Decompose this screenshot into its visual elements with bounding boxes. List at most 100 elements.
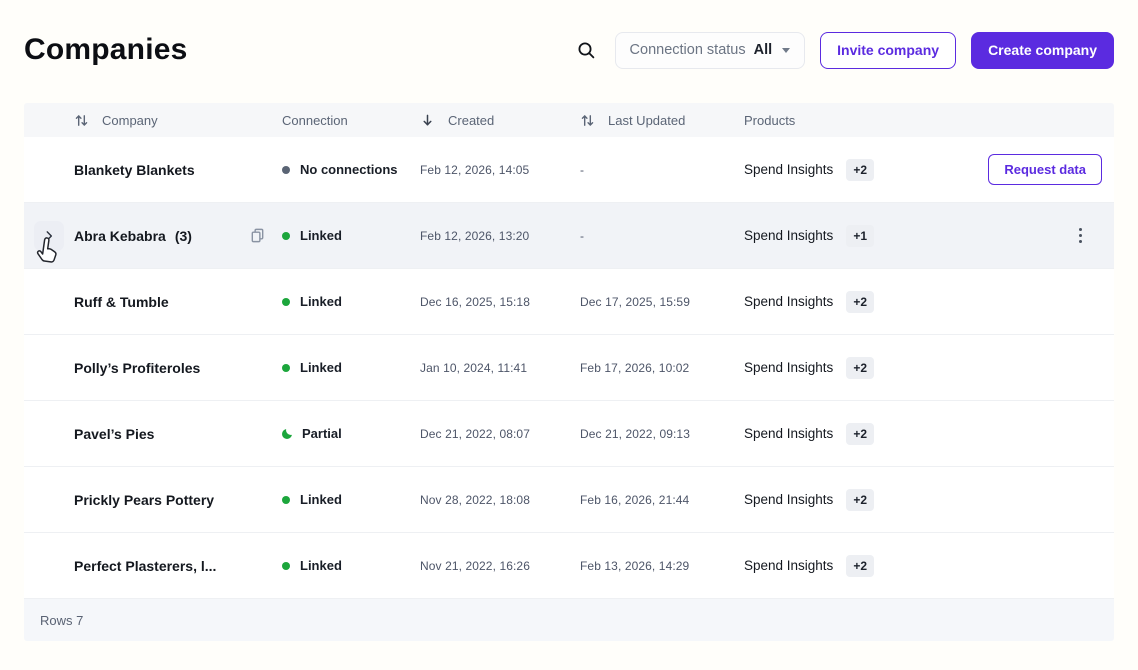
company-name: Prickly Pears Pottery [74, 492, 214, 508]
products-more-badge[interactable]: +2 [846, 423, 874, 445]
toolbar: Connection status All Invite company Cre… [573, 32, 1114, 69]
search-icon[interactable] [573, 37, 600, 64]
connection-status-label: Linked [300, 558, 342, 573]
connection-cell: No connections [282, 162, 420, 177]
product-name: Spend Insights [744, 360, 833, 375]
chevron-down-icon [782, 48, 790, 53]
header-connection-label: Connection [282, 113, 348, 128]
table-row[interactable]: Blankety Blankets No connections Feb 12,… [24, 137, 1114, 203]
sort-icon [580, 113, 595, 128]
connection-status-filter[interactable]: Connection status All [615, 32, 806, 69]
products-more-badge[interactable]: +2 [846, 291, 874, 313]
created-cell: Feb 12, 2026, 13:20 [420, 229, 580, 243]
products-more-badge[interactable]: +2 [846, 489, 874, 511]
created-cell: Nov 21, 2022, 16:26 [420, 559, 580, 573]
topbar: Companies Connection status All Invite c… [0, 0, 1138, 74]
company-cell: Polly’s Profiteroles [74, 360, 282, 376]
status-dot-icon [282, 364, 290, 372]
status-dot-icon [282, 232, 290, 240]
products-more-badge[interactable]: +2 [846, 159, 874, 181]
table-row[interactable]: Ruff & Tumble Linked Dec 16, 2025, 15:18… [24, 269, 1114, 335]
company-cell: Ruff & Tumble [74, 294, 282, 310]
request-data-button[interactable]: Request data [988, 154, 1102, 185]
created-cell: Nov 28, 2022, 18:08 [420, 493, 580, 507]
products-cell: Spend Insights +2 [744, 489, 984, 511]
products-cell: Spend Insights +2 [744, 555, 984, 577]
connection-status-label: Linked [300, 360, 342, 375]
action-cell: Request data [984, 154, 1114, 185]
header-products-label: Products [744, 113, 795, 128]
companies-table: Company Connection Created Last Updated … [24, 103, 1114, 641]
sort-last-updated-header[interactable]: Last Updated [580, 113, 744, 128]
header-created-label: Created [448, 113, 494, 128]
action-cell [984, 222, 1114, 249]
company-name: Polly’s Profiteroles [74, 360, 200, 376]
header-connection[interactable]: Connection [282, 113, 420, 128]
company-name: Abra Kebabra [74, 228, 166, 244]
connection-status-label: Partial [302, 426, 342, 441]
rows-count-label: Rows 7 [40, 613, 83, 628]
product-name: Spend Insights [744, 426, 833, 441]
products-cell: Spend Insights +2 [744, 357, 984, 379]
page-title: Companies [24, 33, 188, 67]
connection-cell: Linked [282, 294, 420, 309]
partial-status-icon [282, 429, 292, 439]
status-dot-icon [282, 496, 290, 504]
products-cell: Spend Insights +1 [744, 225, 984, 247]
table-row[interactable]: Polly’s Profiteroles Linked Jan 10, 2024… [24, 335, 1114, 401]
copy-icon[interactable] [247, 225, 268, 246]
connection-status-label: Linked [300, 228, 342, 243]
sort-created-header[interactable]: Created [420, 112, 580, 128]
company-name: Pavel’s Pies [74, 426, 154, 442]
header-company-label: Company [102, 113, 158, 128]
sort-icon [74, 113, 89, 128]
table-row[interactable]: Perfect Plasterers, l... Linked Nov 21, … [24, 533, 1114, 599]
expand-row-button[interactable] [34, 221, 64, 251]
products-more-badge[interactable]: +1 [846, 225, 874, 247]
products-more-badge[interactable]: +2 [846, 357, 874, 379]
sort-company-header[interactable]: Company [74, 113, 282, 128]
connection-cell: Linked [282, 558, 420, 573]
last-updated-cell: Dec 21, 2022, 09:13 [580, 427, 744, 441]
company-cell: Abra Kebabra (3) [74, 225, 282, 246]
company-cell: Pavel’s Pies [74, 426, 282, 442]
last-updated-cell: Feb 13, 2026, 14:29 [580, 559, 744, 573]
product-name: Spend Insights [744, 162, 833, 177]
created-cell: Dec 21, 2022, 08:07 [420, 427, 580, 441]
company-cell: Blankety Blankets [74, 162, 282, 178]
company-count: (3) [175, 228, 192, 244]
connection-cell: Linked [282, 228, 420, 243]
last-updated-cell: Feb 17, 2026, 10:02 [580, 361, 744, 375]
status-dot-icon [282, 166, 290, 174]
status-dot-icon [282, 562, 290, 570]
connection-status-label: No connections [300, 162, 398, 177]
last-updated-cell: Dec 17, 2025, 15:59 [580, 295, 744, 309]
connection-cell: Linked [282, 492, 420, 507]
products-cell: Spend Insights +2 [744, 159, 984, 181]
table-row[interactable]: Abra Kebabra (3) Linked Feb 12, 2026, 13… [24, 203, 1114, 269]
connection-status-label: Linked [300, 294, 342, 309]
table-header-row: Company Connection Created Last Updated … [24, 103, 1114, 137]
invite-company-button[interactable]: Invite company [820, 32, 956, 69]
products-cell: Spend Insights +2 [744, 423, 984, 445]
last-updated-cell: Feb 16, 2026, 21:44 [580, 493, 744, 507]
expand-cell [24, 221, 74, 251]
company-cell: Perfect Plasterers, l... [74, 558, 282, 574]
product-name: Spend Insights [744, 558, 833, 573]
product-name: Spend Insights [744, 228, 833, 243]
products-cell: Spend Insights +2 [744, 291, 984, 313]
header-last-updated-label: Last Updated [608, 113, 685, 128]
table-row[interactable]: Pavel’s Pies Partial Dec 21, 2022, 08:07… [24, 401, 1114, 467]
kebab-menu-icon[interactable] [1073, 222, 1088, 249]
chevron-right-icon [42, 229, 56, 243]
company-name: Blankety Blankets [74, 162, 195, 178]
connection-status-label: Linked [300, 492, 342, 507]
table-row[interactable]: Prickly Pears Pottery Linked Nov 28, 202… [24, 467, 1114, 533]
products-more-badge[interactable]: +2 [846, 555, 874, 577]
created-cell: Feb 12, 2026, 14:05 [420, 163, 580, 177]
table-body: Blankety Blankets No connections Feb 12,… [24, 137, 1114, 599]
connection-cell: Linked [282, 360, 420, 375]
arrow-down-icon [420, 112, 435, 128]
created-cell: Jan 10, 2024, 11:41 [420, 361, 580, 375]
create-company-button[interactable]: Create company [971, 32, 1114, 69]
